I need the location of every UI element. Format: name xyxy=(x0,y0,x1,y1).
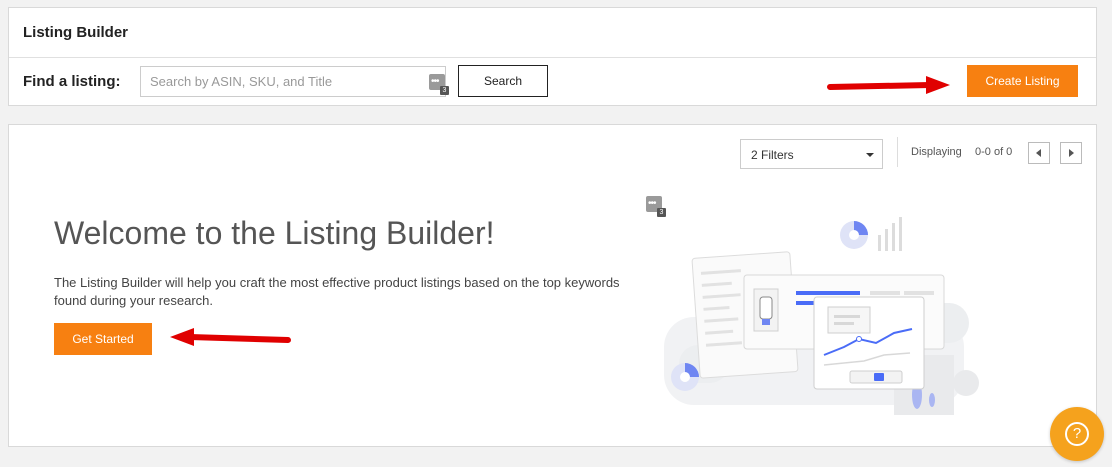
find-listing-label: Find a listing: xyxy=(23,73,121,90)
welcome-description: The Listing Builder will help you craft … xyxy=(54,275,620,308)
prev-page-button[interactable] xyxy=(1028,142,1050,164)
filters-dropdown[interactable]: 2 Filters xyxy=(740,139,883,169)
divider xyxy=(897,137,898,167)
listing-builder-illustration xyxy=(664,217,979,415)
title-bar: Listing Builder xyxy=(9,8,1096,58)
displaying-label: Displaying xyxy=(911,146,962,158)
more-dots-icon[interactable]: ••• 3 xyxy=(429,74,449,95)
get-started-button[interactable]: Get Started xyxy=(54,323,152,355)
help-button[interactable]: ? xyxy=(1050,407,1104,461)
question-icon: ? xyxy=(1065,422,1089,446)
listings-main-panel: 2 Filters Displaying 0-0 of 0 ••• 3 Welc… xyxy=(8,124,1097,447)
filters-selected-label: 2 Filters xyxy=(751,148,794,162)
chevron-down-icon xyxy=(866,153,874,157)
red-arrow-icon xyxy=(827,76,950,94)
create-listing-button[interactable]: Create Listing xyxy=(967,65,1078,97)
next-page-button[interactable] xyxy=(1060,142,1082,164)
red-arrow-icon xyxy=(170,328,291,346)
welcome-heading: Welcome to the Listing Builder! xyxy=(54,215,495,251)
displaying-count: 0-0 of 0 xyxy=(975,146,1013,158)
search-field[interactable]: ••• 3 xyxy=(140,66,449,97)
search-button[interactable]: Search xyxy=(458,65,548,97)
chevron-left-icon xyxy=(1036,149,1041,157)
search-input[interactable] xyxy=(141,67,421,96)
page-title: Listing Builder xyxy=(23,24,128,41)
chevron-right-icon xyxy=(1069,149,1074,157)
badge-count: 3 xyxy=(440,86,449,95)
